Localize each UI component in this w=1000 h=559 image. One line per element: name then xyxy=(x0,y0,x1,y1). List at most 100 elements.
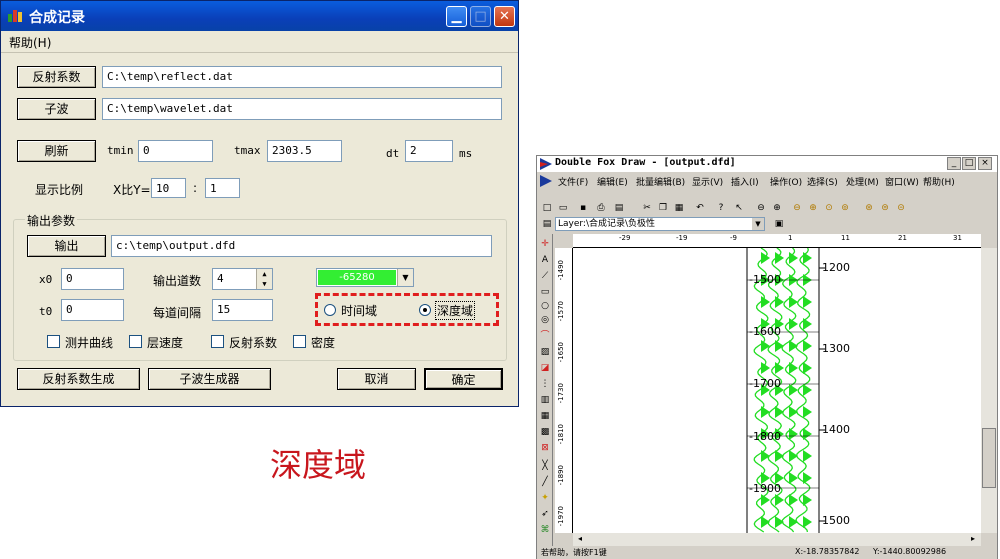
minimize-button[interactable]: ▁ xyxy=(446,6,467,27)
menu-select[interactable]: 选择(S) xyxy=(807,175,838,188)
well-tool-icon[interactable]: ▥ xyxy=(539,394,551,406)
scroll-right-icon[interactable]: ▸ xyxy=(967,534,979,546)
grid-tool-icon[interactable]: ⋮ xyxy=(539,378,551,390)
help-icon[interactable]: ? xyxy=(715,202,727,214)
radio-depth-label[interactable]: 深度域 xyxy=(435,301,476,320)
check-density[interactable] xyxy=(293,335,306,348)
copy-icon[interactable]: ❐ xyxy=(657,202,669,214)
ok-button[interactable]: 确定 xyxy=(424,368,503,390)
output-button[interactable]: 输出 xyxy=(27,235,106,257)
x0-field[interactable]: 0 xyxy=(61,268,124,290)
trace-count-spinner[interactable]: ▲ ▼ xyxy=(256,269,272,289)
layer-select[interactable]: Layer:\合成记录\负极性 ▼ xyxy=(555,217,765,231)
wavelet-path-field[interactable]: C:\temp\wavelet.dat xyxy=(102,98,502,120)
arrow-tool-icon[interactable]: ➶ xyxy=(539,508,551,520)
fill-tool-icon[interactable]: ◪ xyxy=(539,362,551,374)
dropdown-arrow-icon[interactable]: ▼ xyxy=(397,269,413,286)
radio-depth-domain[interactable] xyxy=(419,304,431,316)
dfd-maximize-button[interactable]: □ xyxy=(962,157,976,170)
preview-icon[interactable]: ▤ xyxy=(613,202,625,214)
text-tool-icon[interactable]: A xyxy=(539,254,551,266)
hatch-tool-icon[interactable]: ▩ xyxy=(539,426,551,438)
x-ratio-field[interactable]: 10 xyxy=(151,178,186,198)
menu-help[interactable]: 帮助(H) xyxy=(9,34,51,51)
zoom-prev-icon[interactable]: ⊜ xyxy=(879,202,891,214)
zoom-out-icon[interactable]: ⊖ xyxy=(755,202,767,214)
dfd-close-button[interactable]: × xyxy=(978,157,992,170)
menu-view[interactable]: 显示(V) xyxy=(692,175,723,188)
refresh-button[interactable]: 刷新 xyxy=(17,140,96,162)
cancel-button[interactable]: 取消 xyxy=(337,368,416,390)
zoom-plus-icon[interactable]: ⊕ xyxy=(807,202,819,214)
menu-help[interactable]: 帮助(H) xyxy=(923,175,955,188)
wavelet-gen-button[interactable]: 子波生成器 xyxy=(148,368,271,390)
horizontal-scrollbar[interactable]: ◂ ▸ xyxy=(573,533,981,547)
menu-window[interactable]: 窗口(W) xyxy=(885,175,919,188)
dt-field[interactable]: 2 xyxy=(405,140,453,162)
menu-process[interactable]: 处理(M) xyxy=(846,175,879,188)
crosshair-tool-icon[interactable]: ✛ xyxy=(539,238,551,250)
zoom-next-icon[interactable]: ⊝ xyxy=(895,202,907,214)
scroll-left-icon[interactable]: ◂ xyxy=(574,534,586,546)
menu-operate[interactable]: 操作(O) xyxy=(770,175,802,188)
paste-icon[interactable]: ▦ xyxy=(673,202,685,214)
t0-field[interactable]: 0 xyxy=(61,299,124,321)
rectangle-tool-icon[interactable]: ▭ xyxy=(539,286,551,298)
trace-count-field[interactable]: 4 ▲ ▼ xyxy=(212,268,273,290)
polyline-tool-icon[interactable]: ⟋ xyxy=(539,270,551,282)
legend-tool-icon[interactable]: ⊠ xyxy=(539,442,551,454)
open-folder-icon[interactable]: ▭ xyxy=(557,202,569,214)
menu-insert[interactable]: 插入(I) xyxy=(731,175,759,188)
radio-time-domain[interactable] xyxy=(324,304,336,316)
cross-tool-icon[interactable]: ╳ xyxy=(539,460,551,472)
trace-spacing-field[interactable]: 15 xyxy=(212,299,273,321)
image-tool-icon[interactable]: ▨ xyxy=(539,346,551,358)
table-tool-icon[interactable]: ▦ xyxy=(539,410,551,422)
output-path-field[interactable]: c:\temp\output.dfd xyxy=(111,235,492,257)
minimize-icon: _ xyxy=(951,158,957,168)
zoom-minus-icon[interactable]: ⊖ xyxy=(791,202,803,214)
print-icon[interactable]: ⎙ xyxy=(595,202,607,214)
menu-file[interactable]: 文件(F) xyxy=(558,175,588,188)
dropdown-arrow-icon[interactable]: ▼ xyxy=(752,218,764,230)
layer-props-icon[interactable]: ▣ xyxy=(773,218,785,230)
vscroll-thumb[interactable] xyxy=(982,428,996,488)
zoom-all-icon[interactable]: ⊛ xyxy=(863,202,875,214)
shape-tool-icon[interactable]: ◎ xyxy=(539,314,551,326)
save-icon[interactable]: ▪ xyxy=(577,202,589,214)
reflect-gen-button[interactable]: 反射系数生成 xyxy=(17,368,140,390)
ellipse-tool-icon[interactable]: ○ xyxy=(539,300,551,312)
check-interval-velocity[interactable] xyxy=(129,335,142,348)
star-tool-icon[interactable]: ✦ xyxy=(539,492,551,504)
radio-time-label[interactable]: 时间域 xyxy=(341,302,377,319)
tree-tool-icon[interactable]: ⌘ xyxy=(539,524,551,536)
dialog-titlebar[interactable]: 合成记录 ▁ □ ✕ xyxy=(1,1,518,31)
reflect-coef-button[interactable]: 反射系数 xyxy=(17,66,96,88)
tmax-field[interactable]: 2303.5 xyxy=(267,140,342,162)
line-tool-icon[interactable]: ╱ xyxy=(539,476,551,488)
color-dropdown[interactable]: -65280 ▼ xyxy=(316,268,414,287)
arc-tool-icon[interactable]: ⌒ xyxy=(539,330,551,342)
cut-icon[interactable]: ✂ xyxy=(641,202,653,214)
menu-edit[interactable]: 编辑(E) xyxy=(597,175,628,188)
new-file-icon[interactable]: □ xyxy=(541,202,553,214)
check-well-log[interactable] xyxy=(47,335,60,348)
dt-label: dt xyxy=(386,147,400,160)
context-help-icon[interactable]: ↖ xyxy=(733,202,745,214)
vertical-scrollbar[interactable] xyxy=(981,248,997,533)
maximize-button[interactable]: □ xyxy=(470,6,491,27)
undo-icon[interactable]: ↶ xyxy=(694,202,706,214)
zoom-fit-icon[interactable]: ⊚ xyxy=(839,202,851,214)
y-ratio-field[interactable]: 1 xyxy=(205,178,240,198)
dfd-minimize-button[interactable]: _ xyxy=(947,157,961,170)
dfd-titlebar[interactable]: Double Fox Draw - [output.dfd] _ □ × xyxy=(537,156,997,172)
reflect-path-field[interactable]: C:\temp\reflect.dat xyxy=(102,66,502,88)
tmin-field[interactable]: 0 xyxy=(138,140,213,162)
zoom-in-icon[interactable]: ⊕ xyxy=(771,202,783,214)
close-button[interactable]: ✕ xyxy=(494,6,515,27)
drawing-canvas[interactable]: -1500 -1600 -1700 -1800 -1900 1200 1300 … xyxy=(573,248,981,533)
check-reflect-coef[interactable] xyxy=(211,335,224,348)
wavelet-button[interactable]: 子波 xyxy=(17,98,96,120)
zoom-window-icon[interactable]: ⊙ xyxy=(823,202,835,214)
menu-batch-edit[interactable]: 批量编辑(B) xyxy=(636,175,685,188)
